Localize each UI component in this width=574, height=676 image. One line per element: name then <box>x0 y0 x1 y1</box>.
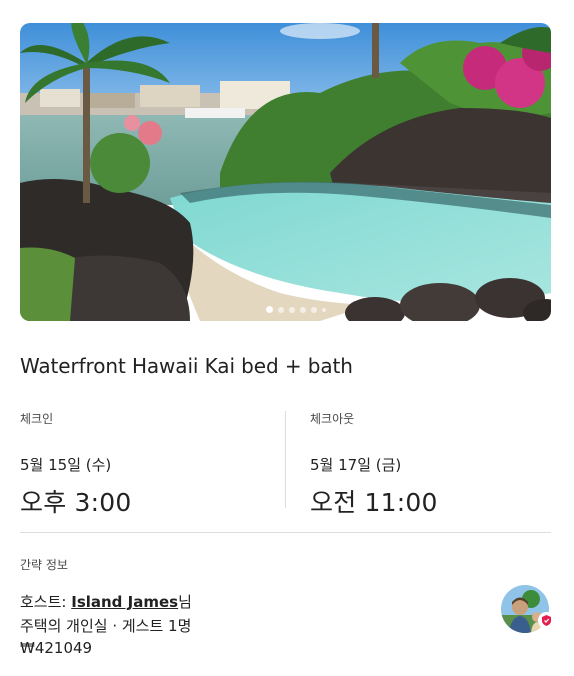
listing-photo[interactable] <box>20 23 551 321</box>
price: ₩421049 <box>20 639 93 657</box>
badge-shield-icon <box>542 615 551 626</box>
pagination-dot[interactable] <box>321 307 326 312</box>
checkout-date: 5월 17일 (금) <box>310 456 402 474</box>
checkin-date: 5월 15일 (수) <box>20 456 112 474</box>
pagination-dot[interactable] <box>310 306 317 313</box>
listing-title: Waterfront Hawaii Kai bed + bath <box>20 354 353 378</box>
vertical-divider <box>285 411 286 508</box>
horizontal-divider <box>20 532 551 533</box>
pagination-dot-active[interactable] <box>265 306 273 313</box>
superhost-badge-icon <box>538 612 555 629</box>
checkout-time: 오전 11:00 <box>310 488 438 517</box>
host-name-link[interactable]: Island James <box>71 593 178 611</box>
checkout-section: 체크아웃 5월 17일 (금) 오전 11:00 <box>310 410 438 519</box>
brief-info-label: 간략 정보 <box>20 558 68 572</box>
checkout-label: 체크아웃 <box>310 412 355 426</box>
host-suffix: 님 <box>178 593 192 611</box>
pagination-dot[interactable] <box>299 306 306 313</box>
room-info: 주택의 개인실 · 게스트 1명 <box>20 617 192 635</box>
pagination-dot[interactable] <box>288 306 295 313</box>
checkin-label: 체크인 <box>20 412 54 426</box>
host-line: 호스트: Island James님 <box>20 591 192 612</box>
photo-pagination <box>20 306 551 313</box>
checkin-time: 오후 3:00 <box>20 488 132 517</box>
host-prefix: 호스트: <box>20 593 72 611</box>
pool-image <box>20 23 551 321</box>
pagination-dot[interactable] <box>277 306 284 313</box>
checkin-section: 체크인 5월 15일 (수) 오후 3:00 <box>20 410 132 519</box>
reservation-card: Waterfront Hawaii Kai bed + bath 체크인 5월 … <box>0 0 574 676</box>
